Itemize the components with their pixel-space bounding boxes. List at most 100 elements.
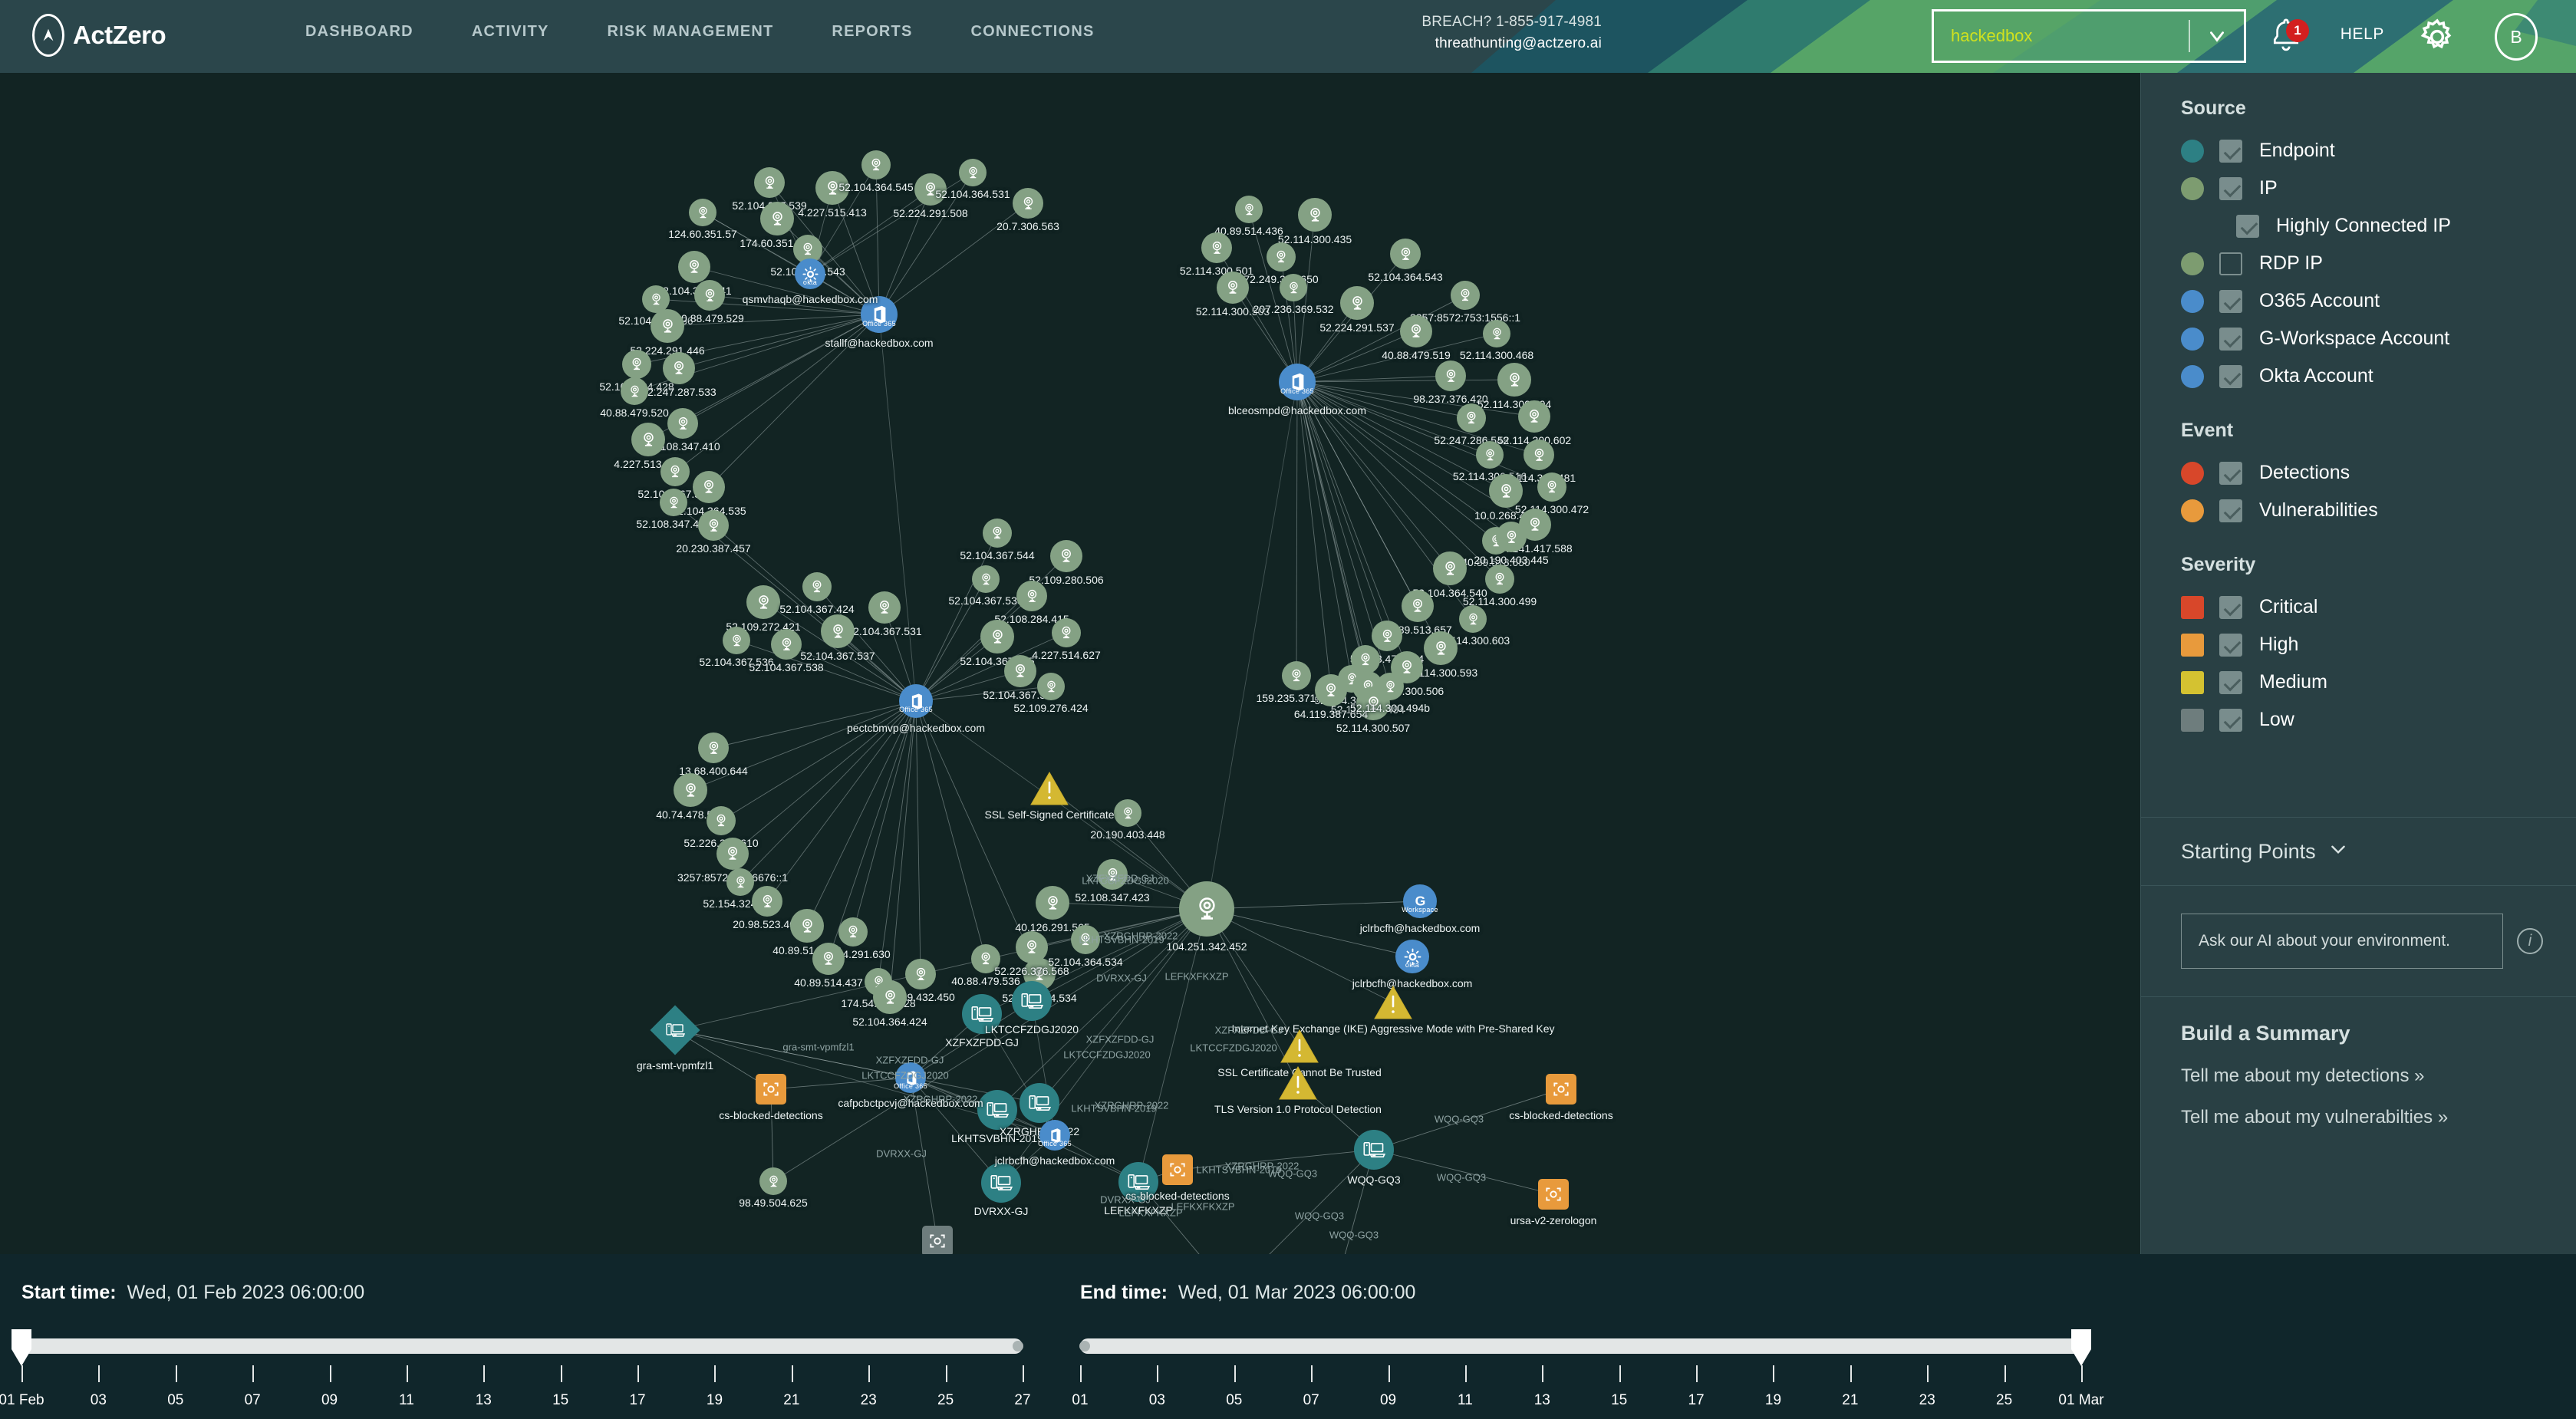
ip-node-stallf-5[interactable]: [959, 159, 987, 186]
detection-node-5[interactable]: [922, 1226, 953, 1254]
ip-node-hub4-4[interactable]: [1016, 931, 1048, 963]
help-link[interactable]: HELP: [2340, 25, 2384, 44]
ip-node-hub4-2[interactable]: [1036, 886, 1069, 920]
ip-node-pect-13[interactable]: [1052, 618, 1081, 647]
hub-node-h2[interactable]: [1279, 364, 1316, 400]
ip-node-hub4-3[interactable]: [1071, 925, 1100, 954]
ip-node-pect-9[interactable]: [1050, 540, 1082, 572]
filter-severity-low[interactable]: Low: [2181, 701, 2576, 739]
filter-checkbox[interactable]: [2219, 633, 2242, 657]
endpoint-node-4[interactable]: [981, 1163, 1021, 1203]
filter-checkbox[interactable]: [2219, 139, 2242, 163]
breach-email[interactable]: threathunting@actzero.ai: [1421, 33, 1602, 54]
ip-node-stallf-19[interactable]: [693, 471, 725, 503]
ip-node-pect-7[interactable]: [821, 614, 855, 648]
ip-node-blceo-10[interactable]: [1483, 320, 1510, 347]
nav-activity[interactable]: ACTIVITY: [443, 23, 578, 41]
ip-node-blceo-5[interactable]: [1280, 274, 1307, 301]
ip-node-blceo-27[interactable]: [1424, 631, 1458, 665]
endpoint-node-2[interactable]: [977, 1090, 1017, 1130]
filter-source-rdp-ip[interactable]: RDP IP: [2181, 245, 2576, 282]
ip-node-stallf-14[interactable]: [663, 352, 695, 384]
ip-node-stallf-16[interactable]: [667, 408, 698, 439]
ip-node-blceo-14[interactable]: [1518, 400, 1550, 433]
filter-checkbox[interactable]: [2219, 461, 2242, 485]
user-avatar[interactable]: B: [2495, 13, 2538, 61]
filter-severity-medium[interactable]: Medium: [2181, 663, 2576, 701]
filter-source-o365-account[interactable]: O365 Account: [2181, 282, 2576, 320]
notifications-button[interactable]: 1: [2269, 17, 2309, 57]
ip-node-blceo-7[interactable]: [1340, 286, 1374, 320]
ip-node-blceo-34[interactable]: [1315, 674, 1347, 706]
ip-node-pect-2[interactable]: [746, 585, 780, 619]
ip-node-pect-26[interactable]: [905, 959, 936, 989]
summary-link-vulnerabilities[interactable]: Tell me about my vulnerabilties »: [2181, 1107, 2576, 1128]
ip-node-blceo-4[interactable]: [1217, 272, 1249, 304]
ip-node-stallf-6[interactable]: [1013, 188, 1043, 219]
ai-ask-input[interactable]: [2181, 914, 2503, 969]
ip-node-stallf-13[interactable]: [622, 350, 651, 379]
ip-node-blceo-0[interactable]: [1235, 196, 1263, 223]
endpoint-node-3[interactable]: [1020, 1083, 1059, 1123]
detection-node-0[interactable]: [756, 1074, 786, 1105]
info-icon[interactable]: i: [2517, 928, 2543, 954]
network-graph-canvas[interactable]: 124.60.351.5752.104.367.5394.227.515.413…: [0, 73, 2140, 1254]
filter-checkbox[interactable]: [2219, 252, 2242, 275]
filter-source-ip[interactable]: IP: [2181, 170, 2576, 207]
ip-node-blceo-8[interactable]: [1451, 281, 1480, 310]
ip-node-blceo-16[interactable]: [1524, 440, 1554, 470]
ip-node-stallf-18[interactable]: [660, 457, 690, 486]
ip-node-pect-28[interactable]: [971, 944, 1000, 973]
ip-node-pect-18[interactable]: [707, 806, 736, 835]
filter-event-vulnerabilities[interactable]: Vulnerabilities: [2181, 492, 2576, 529]
vulnerability-node-0[interactable]: [1029, 771, 1069, 806]
nav-dashboard[interactable]: DASHBOARD: [276, 23, 443, 41]
filter-checkbox[interactable]: [2236, 214, 2259, 238]
filter-checkbox[interactable]: [2219, 364, 2242, 388]
hub-node-h1[interactable]: [861, 296, 898, 333]
filter-checkbox[interactable]: [2219, 670, 2242, 694]
vulnerability-node-2[interactable]: [1280, 1029, 1319, 1064]
ip-node-blceo-21[interactable]: [1496, 522, 1527, 552]
ip-node-stallf-1[interactable]: [754, 167, 785, 198]
hub-node-h10[interactable]: [1354, 1130, 1394, 1170]
ip-node-pect-4[interactable]: [868, 591, 901, 624]
filter-source-okta-account[interactable]: Okta Account: [2181, 357, 2576, 395]
ip-node-blceo-11[interactable]: [1435, 361, 1466, 391]
ip-node-hub4-1[interactable]: [1097, 859, 1128, 890]
ip-node-blceo-17[interactable]: [1489, 474, 1523, 508]
hub-node-h4[interactable]: [1179, 881, 1234, 937]
actzero-logo[interactable]: ActZero: [32, 14, 166, 57]
ip-node-stallf-17[interactable]: [631, 423, 665, 456]
end-time-handle[interactable]: [2068, 1328, 2094, 1368]
ip-node-pect-6[interactable]: [771, 629, 802, 660]
ip-node-blceo-1[interactable]: [1201, 232, 1232, 263]
ip-node-blceo-2[interactable]: [1298, 198, 1332, 232]
ip-node-hub4-5[interactable]: [759, 1167, 787, 1195]
ip-node-blceo-33[interactable]: [1282, 661, 1311, 690]
ip-node-blceo-22[interactable]: [1433, 551, 1467, 585]
breach-phone[interactable]: BREACH? 1-855-917-4981: [1421, 12, 1602, 33]
filter-severity-high[interactable]: High: [2181, 626, 2576, 663]
settings-gear-icon[interactable]: [2417, 17, 2457, 57]
nav-risk-management[interactable]: RISK MANAGEMENT: [578, 23, 803, 41]
ip-node-stallf-11[interactable]: [694, 280, 725, 311]
ip-node-blceo-18[interactable]: [1537, 472, 1566, 502]
endpoint-node-1[interactable]: [1012, 981, 1052, 1021]
nav-connections[interactable]: CONNECTIONS: [942, 23, 1124, 41]
ip-node-pect-8[interactable]: [983, 519, 1012, 548]
ip-node-hub4-0[interactable]: [1114, 799, 1141, 827]
filter-severity-critical[interactable]: Critical: [2181, 588, 2576, 626]
ip-node-stallf-4[interactable]: [914, 173, 947, 206]
ip-node-pect-3[interactable]: [802, 572, 832, 601]
filter-checkbox[interactable]: [2219, 708, 2242, 732]
ip-node-blceo-35[interactable]: [1376, 673, 1404, 700]
ip-node-pect-20[interactable]: [726, 868, 754, 896]
ip-node-pect-14[interactable]: [1004, 655, 1036, 687]
ip-node-blceo-15[interactable]: [1476, 441, 1504, 469]
ip-node-stallf-15[interactable]: [621, 377, 648, 405]
start-time-handle[interactable]: [8, 1328, 35, 1368]
org-selector-dropdown[interactable]: hackedbox: [1932, 9, 2246, 63]
ip-node-blceo-3[interactable]: [1267, 242, 1296, 272]
vulnerability-node-1[interactable]: [1373, 985, 1413, 1020]
